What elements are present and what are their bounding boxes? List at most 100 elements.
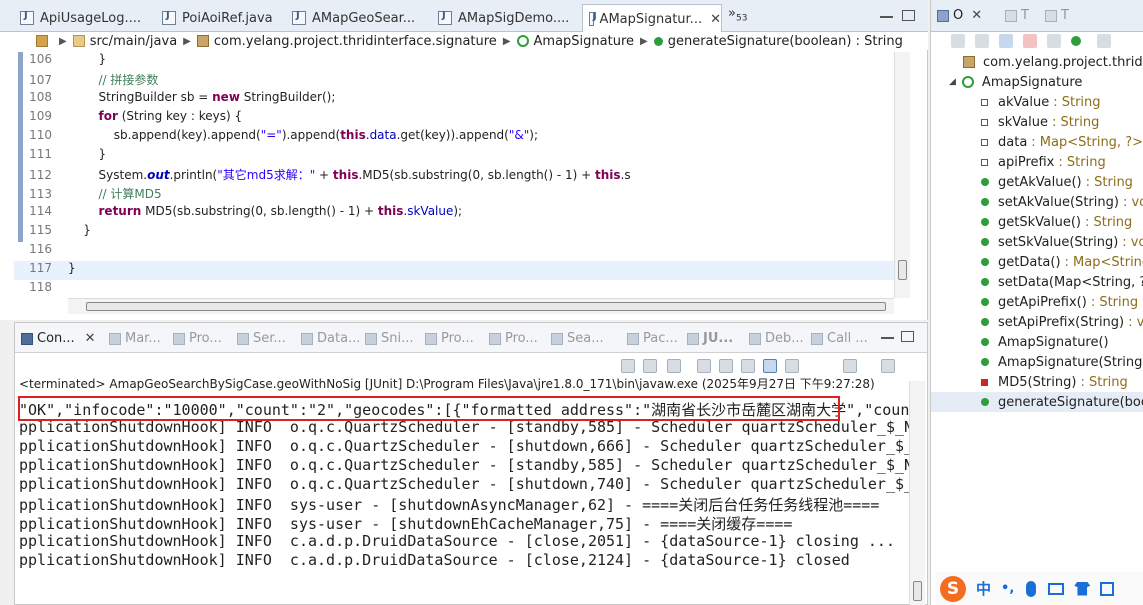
chevron-right-icon: ▶	[59, 35, 67, 47]
close-icon[interactable]: ✕	[710, 12, 721, 27]
link-with-editor-icon[interactable]	[975, 34, 989, 48]
tab-search[interactable]: Sea...	[551, 331, 604, 346]
outline-member[interactable]: getAkValue(): String	[931, 172, 1143, 192]
code-line: 108 StringBuilder sb = new StringBuilder…	[29, 90, 336, 104]
hide-fields-icon[interactable]	[1023, 34, 1037, 48]
terminate-icon[interactable]	[621, 359, 635, 373]
outline-member[interactable]: setApiPrefix(String): void	[931, 312, 1143, 332]
outline-member[interactable]: setAkValue(String): void	[931, 192, 1143, 212]
scroll-thumb[interactable]	[913, 581, 922, 601]
show-console-icon[interactable]	[763, 359, 777, 373]
editor-tab-1[interactable]: ApiUsageLog....	[14, 4, 156, 32]
scroll-lock-icon[interactable]	[719, 359, 733, 373]
outline-member[interactable]: getData(): Map<String,	[931, 252, 1143, 272]
editor-tab-3[interactable]: AMapGeoSear...	[286, 4, 432, 32]
outline-member[interactable]: AmapSignature()	[931, 332, 1143, 352]
tab-outline[interactable]: O ✕	[937, 8, 982, 23]
tab-label: PoiAoiRef.java	[182, 10, 273, 26]
member-name: setSkValue(String)	[998, 234, 1119, 250]
outline-package[interactable]: com.yelang.project.thridint	[931, 52, 1143, 72]
hide-nonpublic-icon[interactable]	[1071, 36, 1081, 46]
launch-status: <terminated> AmapGeoSearchBySigCase.geoW…	[19, 377, 875, 391]
minimize-icon[interactable]	[880, 16, 893, 19]
scroll-thumb[interactable]	[86, 302, 886, 311]
breadcrumb-class[interactable]: AmapSignature	[534, 34, 635, 49]
tab-data-source[interactable]: Data...	[301, 331, 360, 346]
tab-label: AMapSignatur...	[599, 11, 703, 27]
outline-member[interactable]: akValue: String	[931, 92, 1143, 112]
hide-static-icon[interactable]	[1047, 34, 1061, 48]
outline-member[interactable]: apiPrefix: String	[931, 152, 1143, 172]
console-line: pplicationShutdownHook] INFO sys-user - …	[19, 496, 880, 513]
editor-vertical-scrollbar[interactable]	[894, 52, 910, 298]
display-console-icon[interactable]	[843, 359, 857, 373]
console-icon	[21, 332, 33, 345]
console-line: pplicationShutdownHook] INFO o.q.c.Quart…	[19, 456, 909, 474]
ime-mode-toggle[interactable]: 中	[976, 578, 991, 599]
tab-snippets[interactable]: Sni...	[365, 331, 414, 346]
close-icon[interactable]: ✕	[971, 8, 982, 23]
skin-icon[interactable]	[1074, 581, 1091, 596]
tab-debug[interactable]: Deb...	[749, 331, 804, 346]
outline-member[interactable]: setData(Map<String, ?>	[931, 272, 1143, 292]
member-name: generateSignature(bool	[998, 394, 1143, 410]
minimize-icon[interactable]	[881, 337, 894, 340]
editor-tab-bar: ApiUsageLog.... PoiAoiRef.java AMapGeoSe…	[0, 0, 928, 33]
tab-markers[interactable]: Mar...	[109, 331, 161, 346]
tab-servers[interactable]: Ser...	[237, 331, 286, 346]
outline-member[interactable]: skValue: String	[931, 112, 1143, 132]
member-name: MD5(String)	[998, 374, 1077, 390]
tab-properties[interactable]: Pro...	[489, 331, 538, 346]
word-wrap-icon[interactable]	[741, 359, 755, 373]
toolbox-icon[interactable]	[1100, 581, 1115, 596]
outline-class[interactable]: ◢ AmapSignature	[931, 72, 1143, 92]
member-type: : String	[1052, 114, 1100, 130]
outline-member[interactable]: data: Map<String, ?>	[931, 132, 1143, 152]
outline-member[interactable]: generateSignature(bool	[931, 392, 1143, 412]
tab-console[interactable]: Con... ✕	[21, 331, 96, 346]
public-method-icon	[981, 178, 989, 186]
editor-horizontal-scrollbar[interactable]	[68, 298, 894, 314]
remove-launch-icon[interactable]	[643, 359, 657, 373]
breadcrumb-method[interactable]: generateSignature(boolean) : String	[668, 34, 903, 49]
ime-punctuation-toggle[interactable]: •,	[1001, 581, 1014, 596]
tab-type-hierarchy[interactable]: T	[1045, 8, 1069, 23]
console-vertical-scrollbar[interactable]	[909, 381, 925, 605]
editor-tab-2[interactable]: PoiAoiRef.java	[156, 4, 286, 32]
clear-console-icon[interactable]	[697, 359, 711, 373]
ime-logo-icon[interactable]: S	[940, 575, 966, 602]
open-console-icon[interactable]	[881, 359, 895, 373]
scroll-thumb[interactable]	[898, 260, 907, 280]
pin-console-icon[interactable]	[785, 359, 799, 373]
maximize-icon[interactable]	[901, 331, 914, 342]
public-method-icon	[981, 258, 989, 266]
tab-package-explorer[interactable]: Pac...	[627, 331, 678, 346]
maximize-icon[interactable]	[902, 10, 915, 21]
collapse-all-icon[interactable]	[951, 34, 965, 48]
tab-junit[interactable]: JU...	[687, 331, 733, 346]
tab-progress[interactable]: Pro...	[425, 331, 474, 346]
breadcrumb-src[interactable]: src/main/java	[90, 34, 177, 49]
tab-overflow-button[interactable]: »53	[728, 6, 747, 24]
outline-member[interactable]: AmapSignature(String, S	[931, 352, 1143, 372]
code-line: 111 }	[29, 147, 107, 161]
outline-member[interactable]: getSkValue(): String	[931, 212, 1143, 232]
close-icon[interactable]: ✕	[85, 331, 96, 346]
sort-icon[interactable]	[999, 34, 1013, 48]
remove-all-icon[interactable]	[667, 359, 681, 373]
view-menu-icon[interactable]	[1097, 34, 1111, 48]
tab-task-list[interactable]: T	[1005, 8, 1029, 23]
breadcrumb-package[interactable]: com.yelang.project.thridinterface.signat…	[214, 34, 497, 49]
tab-problems[interactable]: Pro...	[173, 331, 222, 346]
outline-member[interactable]: setSkValue(String): void	[931, 232, 1143, 252]
expand-chevron-icon[interactable]: ◢	[949, 77, 956, 87]
outline-member[interactable]: getApiPrefix(): String	[931, 292, 1143, 312]
public-method-icon	[653, 36, 663, 46]
outline-member[interactable]: MD5(String): String	[931, 372, 1143, 392]
microphone-icon[interactable]	[1026, 580, 1037, 597]
editor-tab-active[interactable]: AMapSignatur... ✕	[582, 4, 722, 33]
member-name: skValue	[998, 114, 1049, 130]
keyboard-icon[interactable]	[1048, 582, 1065, 595]
tab-call-hierarchy[interactable]: Call ...	[811, 331, 868, 346]
editor-tab-4[interactable]: AMapSigDemo....	[432, 4, 580, 32]
